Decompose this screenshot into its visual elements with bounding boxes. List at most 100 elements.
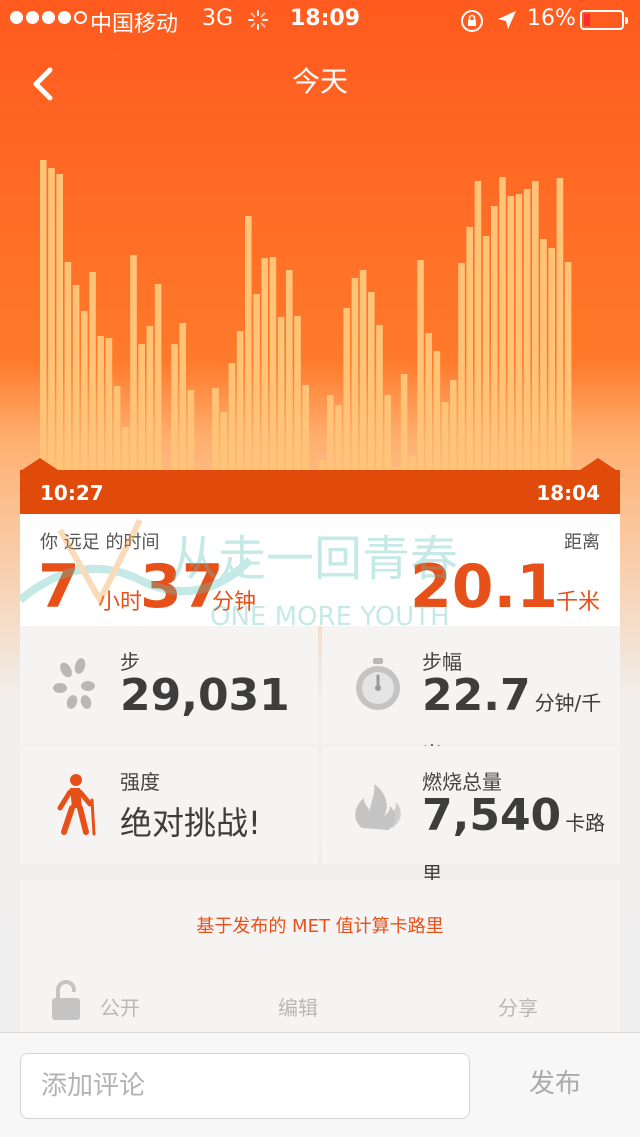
activity-bar [187, 390, 195, 470]
calories-tile: 燃烧总量 7,540 卡路里 [322, 746, 620, 886]
activity-bar [540, 239, 547, 470]
duration-hours: 7 [38, 552, 80, 622]
activity-bar [138, 344, 145, 470]
activity-bar [515, 194, 523, 470]
duration-minutes: 37 [140, 552, 224, 622]
activity-bar [302, 385, 309, 470]
activity-bar [220, 412, 227, 470]
activity-bar [56, 174, 63, 470]
activity-bar [40, 160, 47, 470]
duration-label: 你 远足 的时间 [40, 532, 160, 553]
activity-bar [277, 317, 285, 470]
activity-bar [327, 395, 334, 470]
met-note-panel: 基于发布的 MET 值计算卡路里 公开 编辑 分享 [20, 880, 620, 1032]
activity-bar [179, 323, 186, 470]
activity-bar [64, 262, 72, 470]
battery-icon [580, 10, 628, 30]
activity-bar [351, 278, 359, 470]
activity-bar [48, 168, 55, 470]
activity-bar [253, 294, 260, 470]
activity-bar [507, 196, 514, 470]
activity-bar [409, 456, 416, 470]
signal-strength-icon [10, 11, 87, 24]
activity-bar [335, 405, 342, 470]
unlock-icon[interactable] [50, 980, 82, 1020]
activity-bar [425, 333, 432, 470]
battery-percent: 16% [527, 6, 576, 31]
activity-bar [130, 255, 137, 470]
activity-bar [400, 374, 408, 470]
hours-unit: 小时 [98, 590, 143, 615]
action-row: 公开 编辑 分享 [20, 976, 620, 1020]
rotation-lock-icon [461, 10, 483, 32]
activity-bar [376, 325, 383, 470]
activity-bar [417, 260, 424, 470]
start-time: 10:27 [40, 481, 104, 505]
activity-bar [81, 311, 88, 470]
activity-bar [343, 308, 350, 470]
publish-button[interactable]: 发布 [500, 1063, 610, 1100]
steps-tile: 步 29,031 [20, 626, 318, 744]
distance-label: 距离 [564, 532, 600, 553]
activity-bar [154, 284, 162, 470]
activity-bar [122, 427, 129, 470]
activity-bar [458, 263, 465, 470]
activity-bar [261, 258, 268, 470]
activity-bar [294, 316, 301, 470]
activity-bar [245, 216, 252, 470]
activity-bar [146, 326, 154, 470]
activity-bar [171, 344, 178, 470]
timeline-bar: 10:27 18:04 [20, 470, 620, 514]
summary-card: 你 远足 的时间 距离 7 小时 37 分钟 20.1 千米 [20, 514, 620, 626]
clock: 18:09 [290, 6, 361, 31]
activity-bar [212, 388, 219, 470]
activity-bar [384, 395, 391, 470]
activity-bar [482, 236, 490, 470]
activity-bar [466, 227, 473, 470]
activity-bar [474, 181, 482, 470]
met-note: 基于发布的 MET 值计算卡路里 [196, 916, 444, 937]
status-bar: 中国移动 3G 18:09 16% [0, 0, 640, 40]
activity-bar [450, 380, 457, 470]
intensity-label: 强度 [120, 770, 160, 794]
activity-bar [523, 189, 531, 470]
location-arrow-icon [498, 11, 516, 29]
comment-bar: 发布 [0, 1032, 640, 1137]
activity-bar [441, 402, 449, 470]
steps-value: 29,031 [120, 670, 290, 721]
distance-unit: 千米 [555, 590, 600, 615]
activity-bar [359, 270, 367, 470]
activity-bar [491, 206, 498, 470]
network-type: 3G [202, 6, 234, 31]
edit-button[interactable]: 编辑 [278, 992, 318, 1021]
chart-end-marker [580, 458, 616, 470]
activity-bar [286, 270, 293, 470]
activity-bar [433, 351, 441, 470]
activity-bar [318, 460, 326, 470]
activity-bar [236, 331, 244, 470]
activity-bar [72, 285, 80, 470]
activity-bar [105, 338, 113, 470]
activity-bar [499, 177, 506, 470]
pace-tile: 步幅 22.7分钟/千米 [322, 626, 620, 766]
minutes-unit: 分钟 [212, 590, 257, 615]
footprint-icon [53, 658, 95, 709]
activity-bar [548, 248, 555, 470]
activity-bar [269, 257, 277, 470]
intensity-value: 绝对挑战! [120, 804, 261, 842]
comment-input[interactable] [20, 1053, 470, 1119]
activity-bar [368, 292, 375, 470]
activity-spinner-icon [248, 10, 268, 30]
page-title: 今天 [291, 65, 348, 98]
carrier-name: 中国移动 [90, 12, 179, 37]
activity-bar [113, 386, 121, 470]
activity-bar [89, 272, 96, 470]
calories-value: 7,540 卡路里 [422, 790, 606, 886]
public-button[interactable]: 公开 [100, 992, 140, 1021]
intensity-tile: 强度 绝对挑战! [20, 746, 318, 864]
share-button[interactable]: 分享 [498, 992, 538, 1021]
hiker-icon [57, 774, 96, 836]
activity-chart [22, 160, 616, 470]
activity-bar [556, 178, 564, 470]
distance-value: 20.1 [409, 552, 558, 622]
